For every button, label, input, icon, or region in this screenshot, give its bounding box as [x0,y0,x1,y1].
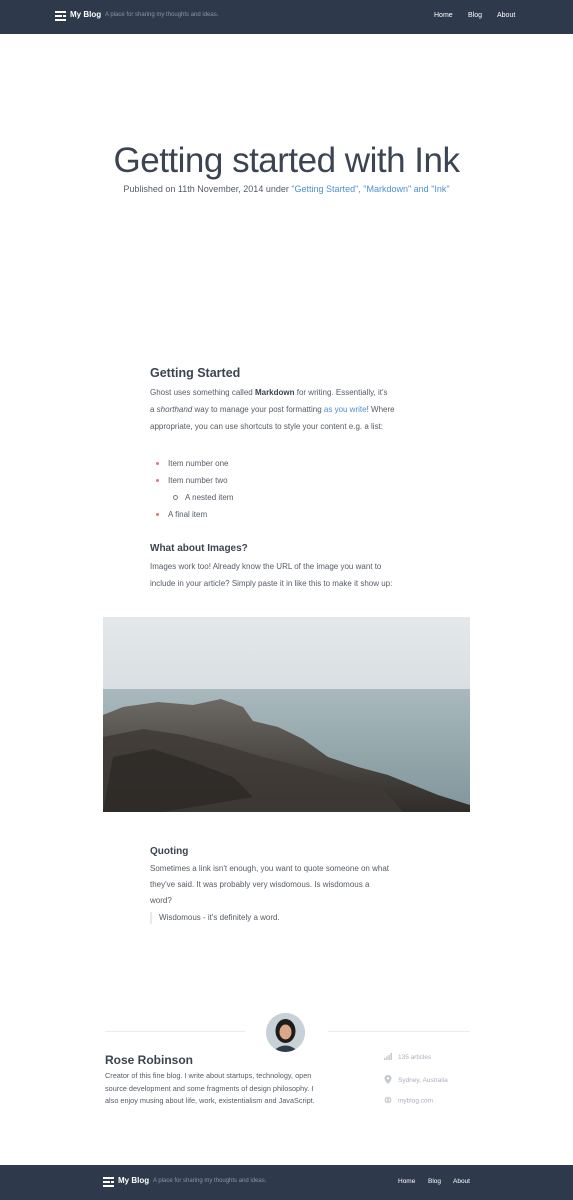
bar-chart-icon [384,1053,392,1062]
nav-about[interactable]: About [497,12,515,19]
quoting-paragraph: Sometimes a link isn't enough, you want … [150,864,390,905]
blockquote: Wisdomous - it's definitely a word. [150,912,280,924]
divider [105,1031,245,1032]
footer-nav-about[interactable]: About [453,1178,470,1185]
markdown-bold: Markdown [254,388,295,397]
list-item: Item number two [168,476,228,485]
brand-name[interactable]: My Blog [70,10,101,19]
as-you-write-link[interactable]: as you write [324,405,367,414]
post-date: Published on 11th November, 2014 under [123,184,292,194]
location-stat: Sydney, Australia [384,1075,448,1086]
author-avatar[interactable] [266,1013,305,1052]
bullet-icon [156,513,159,516]
map-pin-icon [384,1075,392,1086]
top-navbar: My Blog A place for sharing my thoughts … [0,0,573,34]
intro-paragraph: Ghost uses something called Markdown for… [150,388,395,431]
globe-icon [384,1096,392,1106]
footer-nav-home[interactable]: Home [398,1178,415,1185]
articles-stat: 135 articles [384,1053,431,1062]
author-name[interactable]: Rose Robinson [105,1053,193,1067]
list-item: Item number one [168,459,229,468]
post-meta: Published on 11th November, 2014 under "… [0,184,573,194]
bullet-icon [156,479,159,482]
article-image [103,617,470,812]
author-bio: Creator of this fine blog. I write about… [105,1071,315,1105]
section-heading-images: What about Images? [150,543,248,554]
shorthand-italic: shorthand [156,405,193,414]
footer-brand-name[interactable]: My Blog [118,1176,149,1185]
divider [328,1031,470,1032]
website-stat[interactable]: myblog.com [384,1096,433,1106]
post-tags-link[interactable]: "Getting Started", "Markdown" and "Ink" [291,184,449,194]
footer-tagline: A place for sharing my thoughts and idea… [153,1178,267,1184]
section-heading-quoting: Quoting [150,846,189,857]
nav-home[interactable]: Home [434,12,453,19]
images-paragraph: Images work too! Already know the URL of… [150,562,393,588]
list-item: A final item [168,510,208,519]
site-tagline: A place for sharing my thoughts and idea… [105,12,219,18]
section-heading-getting-started: Getting Started [150,366,241,380]
footer: My Blog A place for sharing my thoughts … [0,1165,573,1200]
nav-blog[interactable]: Blog [468,12,482,19]
nested-list-item: A nested item [185,493,234,502]
logo-icon[interactable] [55,11,66,22]
bullet-icon [156,462,159,465]
footer-nav-blog[interactable]: Blog [428,1178,441,1185]
post-title: Getting started with Ink [113,141,460,180]
nested-bullet-icon [173,495,178,500]
logo-icon[interactable] [103,1177,114,1188]
